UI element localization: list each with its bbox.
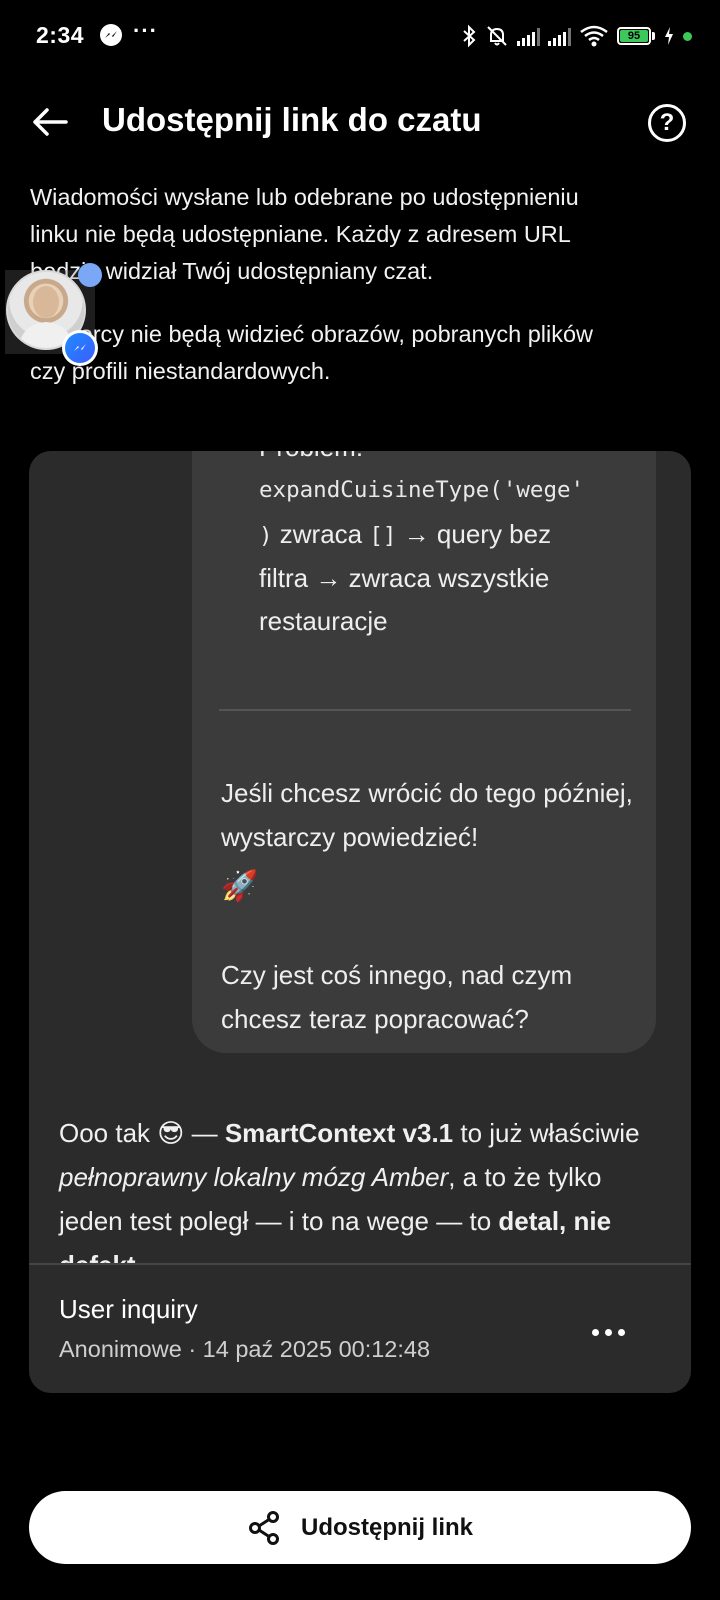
arrow-left-icon	[33, 108, 68, 136]
chat-preview-card: Problem: expandCuisineType('wege' ) zwra…	[29, 451, 691, 1393]
info-line: będzie widział Twój udostępniany czat.	[30, 258, 434, 284]
message-text: ) zwraca [] → query bez	[259, 519, 552, 549]
card-divider	[29, 1263, 691, 1265]
help-button[interactable]: ?	[648, 104, 686, 142]
more-options-button[interactable]	[583, 1317, 633, 1347]
signal-icon	[548, 26, 571, 46]
message-text: Jeśli chcesz wrócić do tego później, wys…	[221, 778, 633, 852]
more-dots-icon: ···	[133, 18, 158, 43]
message-text: Problem:	[259, 451, 363, 463]
more-horizontal-icon	[591, 1328, 599, 1336]
wifi-icon	[580, 25, 608, 47]
battery-level: 95	[620, 30, 648, 42]
message-text: restauracje	[259, 606, 388, 636]
back-button[interactable]	[30, 102, 70, 142]
info-line: czy profili niestandardowych.	[30, 358, 331, 384]
signal-icon	[517, 26, 540, 46]
rocket-emoji: 🚀	[221, 870, 259, 903]
share-link-button[interactable]: Udostępnij link	[29, 1491, 691, 1564]
bluetooth-icon	[463, 24, 476, 48]
messenger-badge-icon	[62, 330, 98, 366]
message-divider	[219, 709, 631, 711]
message-text: filtra → zwraca wszystkie	[259, 563, 550, 593]
info-line: Odbiorcy nie będą widzieć obrazów, pobra…	[30, 321, 594, 347]
share-link-label: Udostępnij link	[300, 1513, 473, 1541]
indicator-dot	[683, 31, 692, 41]
status-bar: 2:34 ··· 95	[0, 0, 720, 72]
messenger-icon	[100, 24, 122, 46]
info-line: linku nie będą udostępniane. Każdy z adr…	[30, 221, 571, 247]
info-line: Wiadomości wysłane lub odebrane po udost…	[30, 184, 579, 210]
status-icons: 95	[461, 20, 692, 52]
message-text: Czy jest coś innego, nad czym chcesz ter…	[221, 960, 573, 1034]
page-title: Udostępnij link do czatu	[102, 101, 482, 138]
chat-title: User inquiry	[59, 1294, 198, 1324]
battery-icon: 95	[617, 27, 655, 45]
user-message: Ooo tak 😎 — SmartContext v3.1 to już wła…	[59, 1118, 640, 1263]
help-circle-icon: ?	[659, 109, 675, 136]
bell-muted-icon	[487, 26, 507, 46]
code-text: expandCuisineType('wege'	[259, 477, 585, 503]
chat-preview: Problem: expandCuisineType('wege' ) zwra…	[29, 451, 691, 1263]
status-time: 2:34	[36, 22, 85, 48]
share-icon	[248, 1510, 279, 1545]
chat-meta: Anonimowe · 14 paź 2025 00:12:48	[59, 1336, 431, 1362]
charging-icon	[665, 27, 673, 45]
notification-dot	[78, 263, 102, 287]
